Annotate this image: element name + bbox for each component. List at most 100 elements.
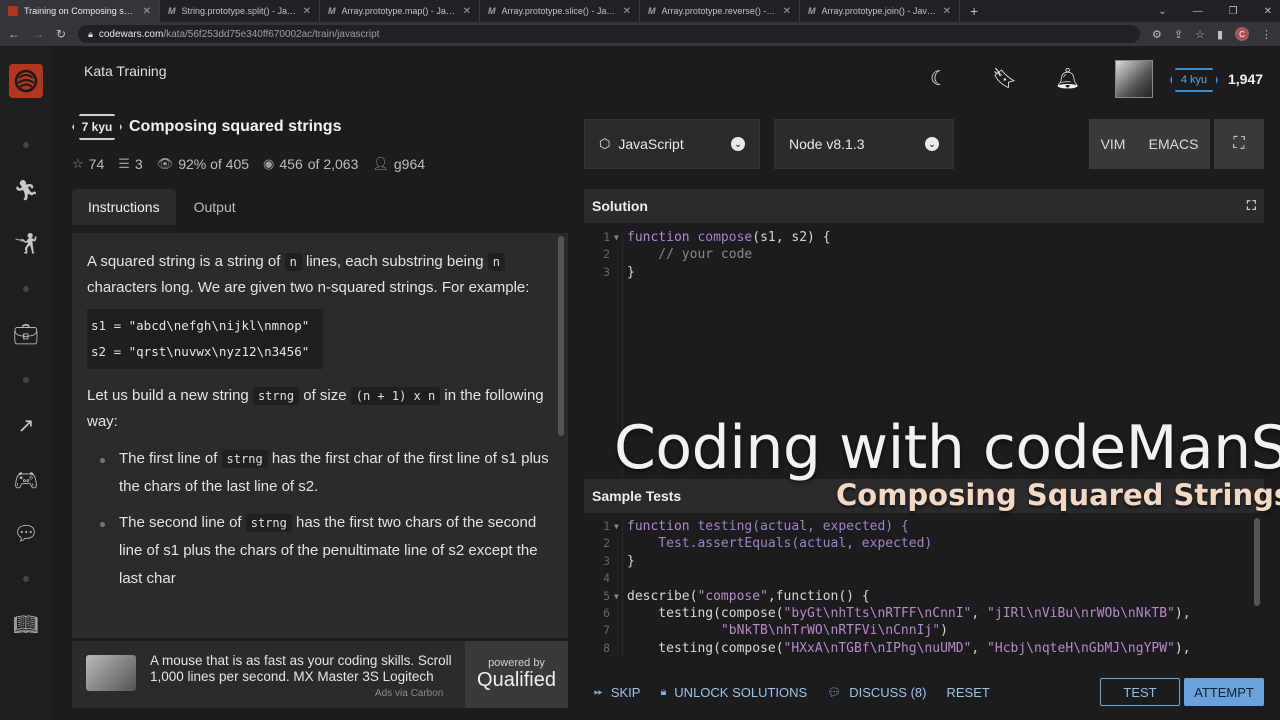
discord-icon[interactable]: 🎮︎ [0, 468, 52, 493]
ad-via[interactable]: Ads via Carbon [375, 688, 443, 699]
close-tab-icon[interactable]: ✕ [303, 6, 311, 17]
browser-tab-bar: Training on Composing squared ✕ M String… [0, 0, 1280, 22]
extension-icon[interactable]: ⚙ [1152, 28, 1162, 41]
sidebar-icon[interactable]: ▮ [1217, 28, 1223, 41]
code-line: 7 "bNkTB\nhTrWO\nRTFVi\nCnnIj") [603, 623, 948, 639]
honor-score: 1,947 [1228, 71, 1264, 87]
new-tab-icon[interactable]: + [960, 0, 988, 22]
codewars-logo[interactable] [9, 64, 43, 98]
star-icon[interactable]: ☆ [72, 156, 84, 172]
back-icon[interactable]: ← [8, 27, 20, 41]
editor-mode-toggle: VIM EMACS [1089, 119, 1210, 169]
completed-count: 456 [279, 156, 303, 172]
language-hex-icon: ⬡ [599, 136, 611, 151]
tab-search-icon[interactable]: ⌄ [1158, 6, 1166, 17]
leaderboard-trend-icon[interactable]: ↗ [0, 413, 52, 438]
sponsored-ad[interactable]: A mouse that is as fast as your coding s… [72, 641, 568, 708]
close-tab-icon[interactable]: ✕ [623, 6, 631, 17]
close-tab-icon[interactable]: ✕ [943, 6, 951, 17]
tests-scrollbar[interactable] [1254, 518, 1260, 606]
author-name[interactable]: g964 [394, 156, 425, 172]
restore-icon[interactable]: ❐ [1229, 6, 1238, 17]
tab-title: Array.prototype.reverse() - JavaS [661, 6, 777, 16]
rail-separator [23, 377, 29, 383]
reset-button[interactable]: RESET [936, 676, 999, 708]
browser-tab[interactable]: M Array.prototype.slice() - JavaScri ✕ [480, 0, 640, 22]
fold-icon[interactable]: ▼ [614, 229, 619, 246]
vim-mode-button[interactable]: VIM [1101, 136, 1126, 152]
bookmarks-icon[interactable]: 🔖︎ [992, 66, 1017, 91]
window-controls: ⌄ — ❐ ✕ [1158, 0, 1272, 22]
qualified-logo: Qualified [477, 669, 556, 691]
completed-icon: ◉ [263, 156, 275, 171]
reload-icon[interactable]: ↻ [56, 27, 66, 41]
fold-icon[interactable]: ▼ [614, 588, 619, 605]
notifications-bell-icon[interactable]: 🔔︎ [1055, 66, 1080, 91]
attempt-button[interactable]: ATTEMPT [1184, 678, 1264, 706]
mdn-favicon-icon: M [328, 6, 336, 16]
career-briefcase-icon[interactable]: 💼︎ [0, 322, 52, 347]
expand-icon[interactable]: ⛶ [1247, 198, 1256, 214]
chat-icon[interactable]: 💬︎ [0, 521, 52, 546]
tab-instructions[interactable]: Instructions [72, 189, 176, 225]
rail-separator [23, 286, 29, 292]
minimize-icon[interactable]: — [1193, 6, 1203, 17]
stars-count: 74 [88, 156, 105, 172]
emacs-mode-button[interactable]: EMACS [1149, 136, 1199, 152]
profile-avatar[interactable]: C [1235, 27, 1249, 41]
tab-title: Training on Composing squared [24, 6, 137, 16]
tab-output[interactable]: Output [178, 189, 252, 225]
test-button[interactable]: TEST [1100, 678, 1180, 706]
kata-kyu-badge: 7 kyu [72, 114, 122, 140]
close-tab-icon[interactable]: ✕ [783, 6, 791, 17]
browser-menu-icon[interactable]: ⋮ [1261, 28, 1272, 41]
browser-tab[interactable]: Training on Composing squared ✕ [0, 0, 160, 22]
discuss-button[interactable]: 💬︎ DISCUSS (8) [817, 676, 936, 708]
powered-by-label: powered by [488, 657, 545, 669]
mdn-favicon-icon: M [168, 6, 176, 16]
url-field[interactable]: 🔒︎ codewars.com/kata/56f253dd75e340ff670… [78, 25, 1140, 43]
tab-title: Array.prototype.map() - JavaScri [341, 6, 457, 16]
forward-icon[interactable]: → [32, 27, 44, 41]
user-avatar[interactable] [1115, 60, 1153, 98]
codewars-favicon-icon [8, 6, 18, 16]
qualified-banner[interactable]: powered by Qualified [465, 641, 568, 708]
fullscreen-icon[interactable]: ⛶ [1214, 119, 1264, 169]
browser-tab[interactable]: M Array.prototype.reverse() - JavaS ✕ [640, 0, 800, 22]
close-tab-icon[interactable]: ✕ [143, 6, 151, 17]
page-section-title: Kata Training [84, 63, 167, 79]
code-line: 8 testing(compose("HXxA\nTGBf\nIPhg\nuUM… [603, 640, 1191, 656]
sample-tests-editor[interactable]: 1 ▼ function testing(actual, expected) { 2… [584, 518, 1264, 658]
lock-icon: 🔒︎ [660, 685, 667, 698]
list-item: The first line of strng has the first ch… [100, 445, 552, 501]
skip-button[interactable]: ⏩︎ SKIP [584, 676, 650, 708]
bookmark-star-icon[interactable]: ☆ [1195, 28, 1205, 41]
code-line: 1 ▼ function compose(s1, s2) { [603, 229, 831, 246]
video-overlay-subtitle: Composing Squared Strings [836, 478, 1280, 512]
language-select[interactable]: ⬡ JavaScript ⌄ [584, 119, 760, 169]
address-bar: ← → ↻ 🔒︎ codewars.com/kata/56f253dd75e34… [0, 22, 1280, 46]
description-scrollbar[interactable] [558, 236, 564, 436]
close-window-icon[interactable]: ✕ [1264, 6, 1272, 17]
practice-icon[interactable]: 🏃︎ [0, 178, 52, 203]
share-icon[interactable]: ⇪ [1174, 28, 1183, 41]
docs-book-icon[interactable]: 📖︎ [0, 612, 52, 637]
browser-tab[interactable]: M Array.prototype.map() - JavaScri ✕ [320, 0, 480, 22]
mdn-favicon-icon: M [808, 6, 816, 16]
code-line: 3} [603, 264, 635, 280]
author-icon: 👤︎ [372, 156, 389, 171]
browser-tab[interactable]: M String.prototype.split() - JavaScri ✕ [160, 0, 320, 22]
browser-tab[interactable]: M Array.prototype.join() - JavaScri ✕ [800, 0, 960, 22]
code-line: 4 [603, 571, 610, 586]
fold-icon[interactable]: ▼ [614, 518, 619, 535]
compete-icon[interactable]: 🤺︎ [0, 231, 52, 256]
runtime-version-select[interactable]: Node v8.1.3 ⌄ [774, 119, 954, 169]
rail-separator [23, 142, 29, 148]
dark-mode-moon-icon[interactable]: ☾ [930, 66, 948, 91]
collections-icon: ☰ [118, 156, 130, 171]
unlock-solutions-button[interactable]: 🔒︎ UNLOCK SOLUTIONS [650, 676, 817, 708]
completed-total: of 2,063 [307, 156, 359, 172]
ad-text[interactable]: A mouse that is as fast as your coding s… [150, 653, 460, 685]
tab-title: Array.prototype.join() - JavaScri [821, 6, 937, 16]
close-tab-icon[interactable]: ✕ [463, 6, 471, 17]
